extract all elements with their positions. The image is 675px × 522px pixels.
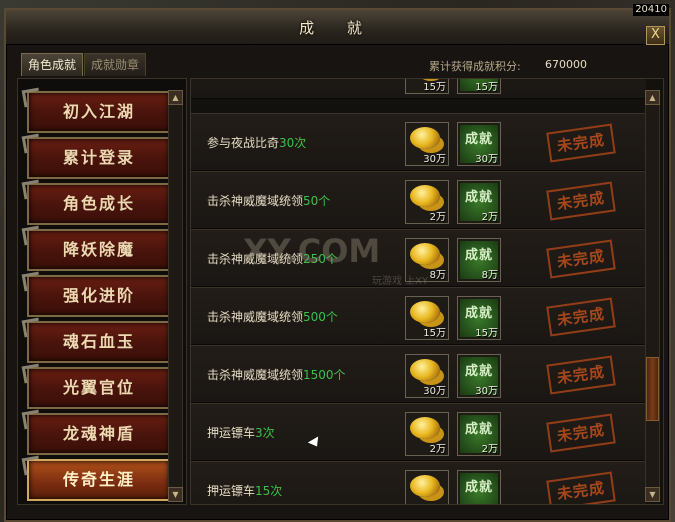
achievement-label: 击杀神威魔域统领50个 [207,194,331,208]
list-item: 击杀神威魔域统领250个 8万 成就 8万 未完成 [191,229,646,287]
corner-ornament-icon [21,317,42,338]
list-item: 押运镖车15次 成就 未完成 [191,461,646,504]
category-label: 龙魂神盾 [62,424,135,443]
category-label: 光翼官位 [62,378,135,397]
coin-reward: 30万 [405,354,449,398]
achievement-label: 押运镖车3次 [207,426,275,440]
achievement-label: 参与夜战比奇30次 [207,136,307,150]
achievement-list: 15万 15万 参与夜战比奇30次 30万 成就 30万 未完成 击杀神威魔域统领… [190,78,664,505]
status-stamp: 未完成 [546,355,616,395]
category-label: 强化进阶 [62,286,135,305]
list-item: 押运镖车3次 2万 成就 2万 未完成 [191,403,646,461]
gold-coin-icon [410,301,440,323]
list-item: 击杀神威魔域统领1500个 30万 成就 30万 未完成 [191,345,646,403]
corner-ornament-icon [21,179,42,200]
gold-coin-icon [410,243,440,265]
achievement-label: 击杀神威魔域统领250个 [207,252,338,266]
coin-reward: 2万 [405,412,449,456]
scroll-down-arrow-icon[interactable]: ▼ [168,487,183,502]
score-label: 累计获得成就积分: [429,60,521,73]
category-button[interactable]: 初入江湖 [21,87,171,133]
category-label: 魂石血玉 [62,332,135,351]
gold-coin-icon [410,359,440,381]
corner-ornament-icon [21,225,42,246]
scroll-down-arrow-icon[interactable]: ▼ [645,487,660,502]
status-stamp: 未完成 [546,181,616,221]
title-bar[interactable]: 成 就 X 20410 [6,4,669,45]
tab-role-achievements[interactable]: 角色成就 [21,53,84,76]
points-reward: 成就 15万 [457,296,501,340]
clock-readout: 20410 [633,4,669,16]
category-button[interactable]: 强化进阶 [21,271,171,317]
scroll-up-arrow-icon[interactable]: ▲ [645,90,660,105]
list-item: 击杀神威魔域统领500个 15万 成就 15万 未完成 [191,287,646,345]
category-scrollbar[interactable]: ▲ ▼ [168,90,183,502]
achievement-scrollbar[interactable]: ▲ ▼ [645,90,660,502]
status-stamp: 未完成 [546,123,616,163]
points-reward: 15万 [457,79,501,94]
points-reward: 成就 30万 [457,354,501,398]
list-item: 击杀神威魔域统领50个 2万 成就 2万 未完成 [191,171,646,229]
coin-reward: 2万 [405,180,449,224]
scroll-thumb[interactable] [646,357,659,421]
close-button[interactable]: X [646,26,665,45]
points-reward: 成就 8万 [457,238,501,282]
gold-coin-icon [410,127,440,149]
coin-reward: 8万 [405,238,449,282]
category-panel: 初入江湖 累计登录 角色成长 降妖除魔 强化进阶 魂石血玉 光翼官位 龙魂神盾 … [17,78,187,505]
category-label: 角色成长 [62,194,135,213]
corner-ornament-icon [21,271,42,292]
list-item: 15万 15万 [191,79,646,99]
gold-coin-icon [410,475,440,497]
category-button[interactable]: 累计登录 [21,133,171,179]
status-stamp: 未完成 [546,413,616,453]
corner-ornament-icon [21,455,42,476]
gold-coin-icon [410,417,440,439]
status-stamp: 未完成 [546,297,616,337]
window-title: 成 就 [299,19,376,37]
category-button[interactable]: 龙魂神盾 [21,409,171,455]
achievement-label: 击杀神威魔域统领1500个 [207,368,346,382]
category-button[interactable]: 魂石血玉 [21,317,171,363]
category-button[interactable]: 光翼官位 [21,363,171,409]
achievement-label: 押运镖车15次 [207,484,283,498]
points-reward: 成就 30万 [457,122,501,166]
gold-coin-icon [410,185,440,207]
tab-achievement-medals[interactable]: 成就勋章 [84,53,147,76]
coin-reward [405,470,449,504]
points-reward: 成就 2万 [457,412,501,456]
category-label: 累计登录 [62,148,135,167]
category-label: 传奇生涯 [62,470,135,489]
coin-reward: 30万 [405,122,449,166]
points-reward: 成就 [457,470,501,504]
corner-ornament-icon [21,133,42,154]
corner-ornament-icon [21,87,42,108]
coin-reward: 15万 [405,296,449,340]
category-button-selected[interactable]: 传奇生涯 [21,455,171,501]
coin-reward: 15万 [405,79,449,94]
scroll-up-arrow-icon[interactable]: ▲ [168,90,183,105]
category-button[interactable]: 角色成长 [21,179,171,225]
category-button[interactable]: 降妖除魔 [21,225,171,271]
achievement-label: 击杀神威魔域统领500个 [207,310,338,324]
achievement-badge-icon: 成就 [460,473,498,504]
points-reward: 成就 2万 [457,180,501,224]
status-stamp: 未完成 [546,239,616,279]
score-value: 670000 [545,58,587,71]
corner-ornament-icon [21,363,42,384]
list-item: 参与夜战比奇30次 30万 成就 30万 未完成 [191,113,646,171]
status-stamp: 未完成 [546,471,616,504]
category-label: 初入江湖 [62,102,135,121]
category-label: 降妖除魔 [62,240,135,259]
corner-ornament-icon [21,409,42,430]
